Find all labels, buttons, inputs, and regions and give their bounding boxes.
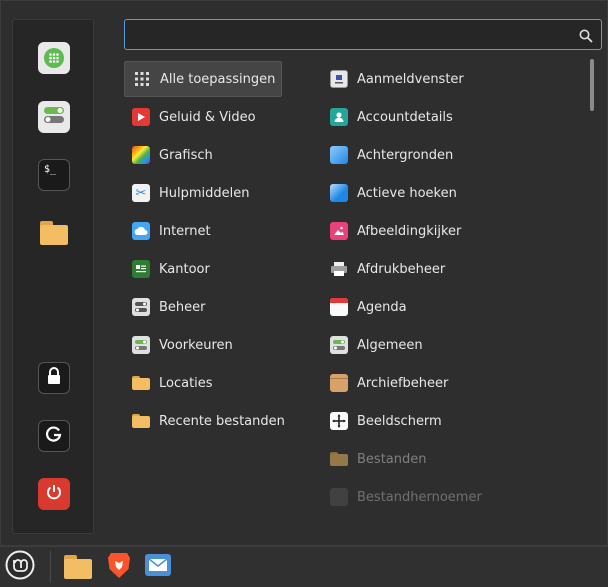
taskbar	[0, 546, 608, 587]
category-preferences[interactable]: Voorkeuren	[124, 327, 282, 363]
search-input[interactable]	[131, 24, 571, 46]
app-label: Accountdetails	[357, 109, 453, 125]
admin-icon	[132, 298, 150, 316]
apps-grid-favorite[interactable]	[38, 42, 70, 74]
app-file-renamer[interactable]: Bestandhernoemer	[322, 479, 582, 515]
category-accessories[interactable]: ✂ Hulpmiddelen	[124, 175, 282, 211]
menu-button[interactable]	[5, 550, 35, 584]
app-label: Achtergronden	[357, 147, 454, 163]
folder-icon	[132, 375, 150, 391]
app-files[interactable]: Bestanden	[322, 441, 582, 477]
app-backgrounds[interactable]: Achtergronden	[322, 137, 582, 173]
search-icon	[579, 28, 593, 43]
toggle-icon	[330, 336, 348, 354]
calendar-icon	[330, 298, 348, 316]
search-box[interactable]	[124, 19, 602, 50]
category-graphics[interactable]: Grafisch	[124, 137, 282, 173]
taskbar-brave[interactable]	[104, 552, 134, 582]
account-icon	[330, 108, 348, 126]
renamer-icon	[330, 488, 348, 506]
lock-screen-button[interactable]	[38, 362, 70, 394]
category-label: Voorkeuren	[159, 337, 233, 353]
app-label: Bestandhernoemer	[357, 489, 482, 505]
app-list-scrollbar[interactable]	[590, 59, 594, 111]
category-recent-files[interactable]: Recente bestanden	[124, 403, 285, 439]
scissors-icon: ✂	[132, 184, 150, 202]
taskbar-mail[interactable]	[143, 552, 173, 582]
app-label: Afbeeldingkijker	[357, 223, 462, 239]
login-window-icon	[330, 70, 348, 88]
hot-corners-icon	[330, 184, 348, 202]
category-label: Hulpmiddelen	[159, 185, 250, 201]
app-account-details[interactable]: Accountdetails	[322, 99, 582, 135]
terminal-icon: $_	[44, 164, 57, 175]
play-icon	[132, 108, 150, 126]
app-label: Aanmeldvenster	[357, 71, 464, 87]
category-office[interactable]: Kantoor	[124, 251, 282, 287]
category-label: Internet	[159, 223, 211, 239]
mail-icon	[144, 552, 172, 582]
logout-icon	[45, 425, 63, 447]
category-label: Beheer	[159, 299, 206, 315]
category-administration[interactable]: Beheer	[124, 289, 282, 325]
image-viewer-icon	[330, 222, 348, 240]
app-label: Actieve hoeken	[357, 185, 457, 201]
app-label: Archiefbeheer	[357, 375, 449, 391]
app-calendar[interactable]: Agenda	[322, 289, 582, 325]
app-login-window[interactable]: Aanmeldvenster	[322, 61, 582, 97]
power-icon	[45, 483, 63, 505]
display-icon	[330, 412, 348, 430]
printer-icon	[330, 260, 348, 278]
terminal-favorite[interactable]: $_	[38, 159, 70, 191]
category-label: Locaties	[159, 375, 213, 391]
category-places[interactable]: Locaties	[124, 365, 282, 401]
grid-icon	[133, 70, 151, 88]
office-icon	[132, 260, 150, 278]
files-favorite[interactable]	[38, 217, 70, 249]
taskbar-separator	[50, 551, 51, 583]
wallpaper-icon	[330, 146, 348, 164]
app-general[interactable]: Algemeen	[322, 327, 582, 363]
category-label: Grafisch	[159, 147, 213, 163]
grid-icon	[44, 48, 64, 68]
app-label: Algemeen	[357, 337, 423, 353]
category-sound-video[interactable]: Geluid & Video	[124, 99, 282, 135]
app-print-manager[interactable]: Afdrukbeheer	[322, 251, 582, 287]
favorites-sidebar: $_	[12, 19, 94, 534]
folder-icon	[64, 555, 92, 579]
mint-logo-icon	[5, 550, 35, 584]
application-menu: $_ Alle toepassingen Geluid & Video Graf…	[0, 0, 608, 546]
category-label: Recente bestanden	[159, 413, 285, 429]
app-hot-corners[interactable]: Actieve hoeken	[322, 175, 582, 211]
category-internet[interactable]: Internet	[124, 213, 282, 249]
app-label: Agenda	[357, 299, 407, 315]
brave-lion-icon	[106, 551, 132, 583]
app-image-viewer[interactable]: Afbeeldingkijker	[322, 213, 582, 249]
app-display[interactable]: Beeldscherm	[322, 403, 582, 439]
app-archive-manager[interactable]: Archiefbeheer	[322, 365, 582, 401]
toggle-icon	[132, 336, 150, 354]
archive-icon	[330, 374, 348, 392]
app-label: Bestanden	[357, 451, 427, 467]
toggle-icon	[43, 105, 65, 129]
category-label: Kantoor	[159, 261, 210, 277]
palette-icon	[132, 146, 150, 164]
recent-folder-icon	[132, 413, 150, 429]
logout-button[interactable]	[38, 420, 70, 452]
category-label: Alle toepassingen	[160, 71, 276, 87]
folder-icon	[330, 451, 348, 467]
lock-icon	[46, 367, 62, 389]
shutdown-button[interactable]	[38, 478, 70, 510]
app-label: Beeldscherm	[357, 413, 442, 429]
cloud-icon	[132, 222, 150, 240]
taskbar-files[interactable]	[63, 552, 93, 582]
category-label: Geluid & Video	[159, 109, 256, 125]
folder-icon	[40, 221, 68, 245]
settings-favorite[interactable]	[38, 101, 70, 133]
app-label: Afdrukbeheer	[357, 261, 446, 277]
category-all-applications[interactable]: Alle toepassingen	[124, 61, 282, 97]
